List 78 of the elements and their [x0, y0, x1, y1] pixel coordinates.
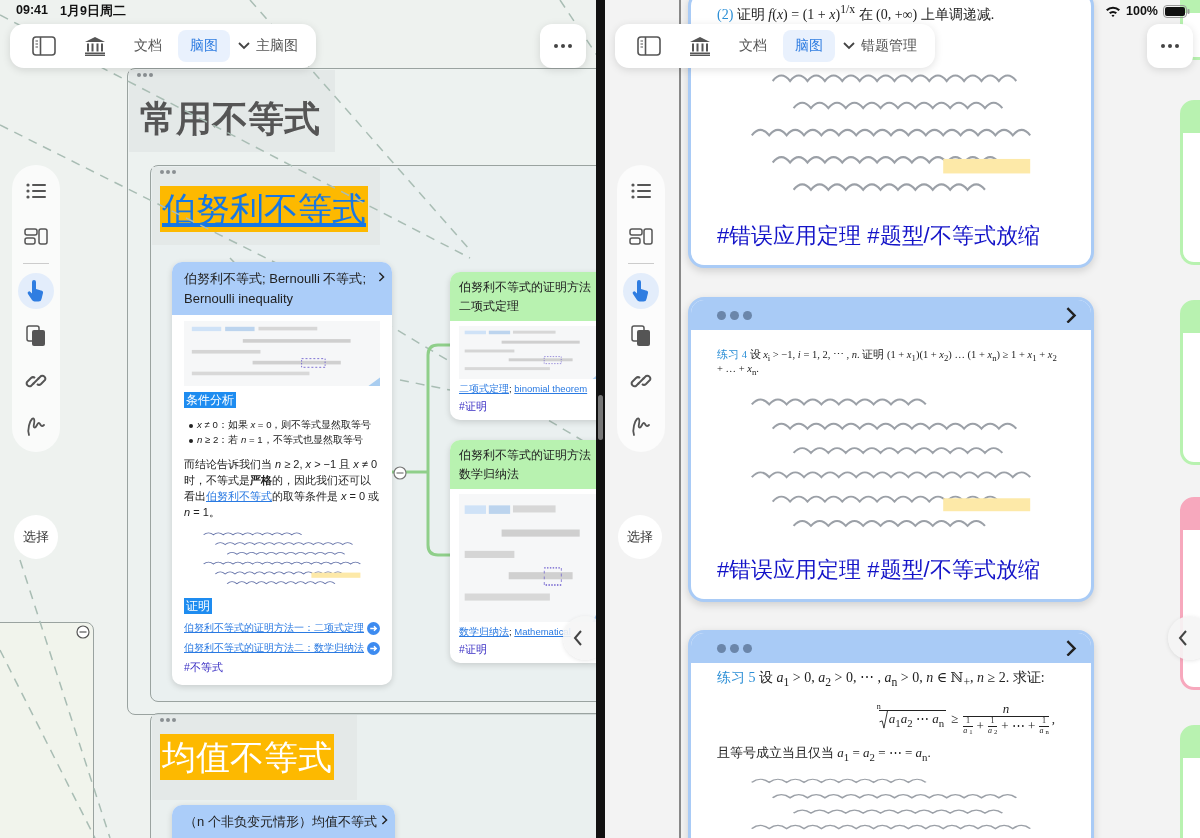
clock: 09:41	[16, 2, 48, 19]
section-heading: 条件分析	[184, 392, 236, 409]
pointer-hand-icon	[632, 280, 650, 302]
chevron-right-icon	[378, 272, 385, 282]
tag: #证明	[459, 643, 487, 655]
battery-level: 100%	[1126, 4, 1158, 18]
link[interactable]: 伯努利不等式	[206, 490, 272, 502]
link-separator: ;	[509, 626, 512, 637]
layout-icon	[629, 227, 653, 245]
drag-handle-icon[interactable]	[717, 643, 752, 653]
drag-handle-icon[interactable]	[717, 310, 752, 320]
tool-button[interactable]	[18, 273, 54, 309]
view-tab[interactable]: 文档	[122, 30, 174, 62]
link[interactable]: 数学归纳法	[459, 626, 509, 637]
chevron-right-icon	[1065, 639, 1077, 657]
squiggle-icon	[631, 415, 651, 437]
view-tab[interactable]: 脑图	[783, 30, 835, 62]
arrow-circle-icon[interactable]	[367, 621, 380, 635]
squiggle-icon	[26, 415, 46, 437]
card-title-line: 数学归纳法	[459, 465, 520, 482]
problem-text: 练习 4 设 x$_{i}$ > −1, i = 1, 2, ⋯ , n. 证明 (1 + x$_{1}$)(1 + x$_{2}$) … (1 + x$_{n}$) ≥ 1 + x$_{1}$ + x$_{2}$ + … + x$_{n}$.	[717, 348, 1058, 378]
split-handle[interactable]	[598, 395, 603, 440]
collapse-panel-button[interactable]	[1168, 616, 1200, 660]
link[interactable]: binomial theorem	[514, 383, 588, 394]
problem-text: (2) 证明 f(x) = (1 + x)$^{1/x}$ 在 (0, +∞) 上单调递减.	[717, 3, 996, 24]
more-icon	[1161, 44, 1179, 48]
more-icon	[554, 44, 572, 48]
card-title-line: 伯努利不等式的证明方法	[459, 447, 592, 463]
link-separator: ;	[509, 383, 512, 394]
tag: #错误应用定理 #题型/不等式放缩	[717, 557, 1040, 582]
map-selector[interactable]: 错题管理	[839, 30, 921, 62]
tag: #错误应用定理 #题型/不等式放缩	[717, 223, 1040, 248]
chevron-right-icon	[381, 815, 388, 825]
card-title: （n 个非负变元情形）均值不等式	[184, 814, 377, 829]
chevron-left-icon	[1178, 630, 1188, 646]
math-text: 且等号成立当且仅当 a$_{1}$ = a$_{2}$ = ⋯ = a$_{n}$.	[717, 743, 932, 763]
caret-icon	[238, 42, 250, 50]
link[interactable]: 伯努利不等式的证明方法二：数学归纳法	[184, 641, 364, 655]
sidebar-icon	[32, 36, 56, 56]
link[interactable]: 二项式定理	[459, 383, 509, 394]
card-title-line: 二项式定理	[459, 297, 520, 314]
card-title: 伯努利不等式; Bernoulli 不等式; Bernoulli inequality	[184, 271, 367, 306]
view-tab[interactable]: 文档	[727, 30, 779, 62]
chevron-left-icon	[573, 630, 583, 646]
view-tab[interactable]: 脑图	[178, 30, 230, 62]
caret-icon	[843, 42, 855, 50]
chevron-right-icon	[1065, 306, 1077, 324]
collapse-icon[interactable]	[76, 625, 90, 639]
section-title: 均值不等式	[160, 734, 334, 780]
card-title-line: 伯努利不等式的证明方法	[459, 279, 592, 295]
link[interactable]: 伯努利不等式的证明方法一：二项式定理	[184, 621, 364, 635]
sidebar-icon	[637, 36, 661, 56]
problem-text: 练习 5 设 a$_{1}$ > 0, a$_{2}$ > 0, ⋯ , a$_{n}$ > 0, n ∈ ℕ$_{+}$, n ≥ 2. 求证:	[717, 669, 1046, 689]
tag: #证明	[459, 400, 487, 412]
collapse-icon[interactable]	[393, 466, 407, 480]
layout-icon	[24, 227, 48, 245]
select-button[interactable]: 选择	[618, 515, 662, 559]
date: 1月9日周二	[60, 2, 126, 20]
section-heading: 证明	[184, 598, 212, 614]
tool-button[interactable]	[623, 273, 659, 309]
arrow-circle-icon[interactable]	[367, 641, 380, 655]
paragraph: 而结论告诉我们当 n ≥ 2, x > −1 且 x ≠ 0 时，不等式是严格的，因此我们还可以看出伯努利不等式的取等条件是 x = 0 或 n = 1。	[184, 457, 380, 520]
group-title: 常用不等式	[140, 97, 320, 141]
bullet-item: n ≥ 2：若 n = 1，不等式也显然取等号	[188, 434, 380, 448]
map-selector[interactable]: 主脑图	[234, 30, 302, 62]
list-icon	[25, 182, 47, 200]
select-button[interactable]: 选择	[14, 515, 58, 559]
copy-icon	[26, 325, 46, 347]
section-title[interactable]: 伯努利不等式	[160, 186, 368, 232]
bank-icon	[84, 36, 106, 56]
list-icon	[630, 182, 652, 200]
pointer-hand-icon	[27, 280, 45, 302]
tag: #不等式	[184, 661, 223, 673]
bullet-item: x ≠ 0：如果 x = 0，则不等式显然取等号	[188, 419, 380, 433]
bank-icon	[689, 36, 711, 56]
copy-icon	[631, 325, 651, 347]
wifi-icon	[1105, 5, 1121, 17]
battery-icon	[1163, 4, 1190, 18]
